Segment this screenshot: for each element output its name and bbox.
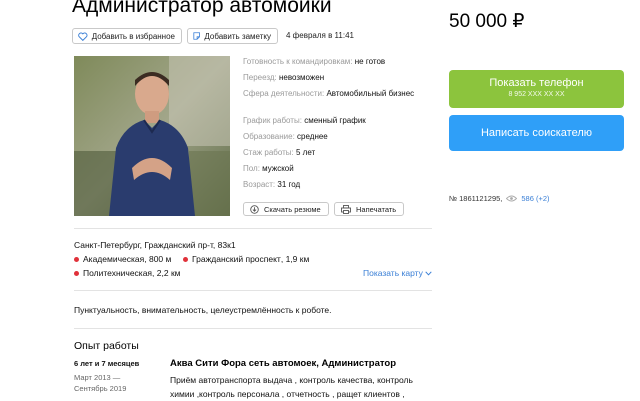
detail-label: Возраст:: [243, 180, 276, 189]
about-text: Пунктуальность, внимательность, целеустр…: [74, 305, 332, 315]
page-title: Администратор автомойки: [72, 0, 332, 17]
salary-price: 50 000 ₽: [449, 11, 525, 32]
divider: [74, 328, 432, 329]
listing-number: № 1861121295,: [449, 194, 503, 203]
detail-business-trips: Готовность к командировкам: не готов: [243, 56, 433, 67]
experience-heading: Опыт работы: [74, 340, 139, 352]
detail-value: 5 лет: [296, 148, 316, 157]
show-phone-label: Показать телефон: [489, 77, 584, 89]
detail-value: мужской: [262, 164, 294, 173]
experience-duration: 6 лет и 7 месяцев: [74, 359, 140, 368]
heart-icon: [78, 32, 88, 41]
detail-label: Образование:: [243, 132, 295, 141]
metro-name: Академическая: [83, 254, 145, 264]
write-candidate-button[interactable]: Написать соискателю: [449, 115, 624, 151]
detail-schedule: График работы: сменный график: [243, 115, 433, 126]
print-label: Напечатать: [356, 204, 397, 214]
metro-station: Политехническая, 2,2 км: [74, 268, 181, 278]
period-end: Сентябрь 2019: [74, 384, 127, 393]
detail-value: среднее: [297, 132, 328, 141]
metro-station: Гражданский проспект, 1,9 км: [183, 254, 309, 264]
detail-experience: Стаж работы: 5 лет: [243, 147, 433, 158]
detail-value: Автомобильный бизнес: [326, 89, 415, 98]
divider: [74, 290, 432, 291]
job-title: Аква Сити Фора сеть автомоек, Администра…: [170, 358, 397, 369]
detail-value: 31 год: [277, 180, 301, 189]
add-note-label: Добавить заметку: [204, 31, 271, 41]
job-desc-line: Приём автотранспорта выдача , контроль к…: [170, 375, 413, 385]
metro-icon: [74, 256, 79, 262]
print-button[interactable]: Напечатать: [334, 202, 404, 216]
metro-station: Академическая, 800 м: [74, 254, 171, 264]
detail-label: Готовность к командировкам:: [243, 57, 353, 66]
phone-masked: 8 952 XXX XX XX: [508, 91, 565, 98]
metro-icon: [74, 270, 79, 276]
download-icon: [250, 204, 259, 214]
detail-label: Переезд:: [243, 73, 277, 82]
detail-field: Сфера деятельности: Автомобильный бизнес: [243, 88, 433, 99]
note-icon: [193, 32, 200, 40]
metro-distance: 800 м: [148, 254, 172, 264]
period-start: Март 2013 —: [74, 373, 121, 382]
detail-value: невозможен: [279, 73, 325, 82]
add-favorite-label: Добавить в избранное: [91, 31, 175, 41]
metro-name: Политехническая: [83, 268, 153, 278]
metro-distance: 2,2 км: [156, 268, 181, 278]
divider: [74, 228, 432, 229]
views-count[interactable]: 586 (+2): [521, 194, 549, 203]
eye-icon: [506, 195, 518, 202]
metro-distance: 1,9 км: [285, 254, 310, 264]
detail-label: Стаж работы:: [243, 148, 294, 157]
listing-meta: № 1861121295, 586 (+2): [449, 194, 550, 203]
detail-age: Возраст: 31 год: [243, 179, 433, 190]
show-map-link[interactable]: Показать карту: [363, 268, 432, 278]
address: Санкт-Петербург, Гражданский пр-т, 83к1: [74, 240, 236, 250]
show-map-label: Показать карту: [363, 268, 423, 278]
detail-relocation: Переезд: невозможен: [243, 72, 433, 83]
job-description: Приём автотранспорта выдача , контроль к…: [170, 373, 440, 401]
experience-period: Март 2013 — Сентябрь 2019: [74, 372, 126, 394]
detail-label: Пол:: [243, 164, 260, 173]
show-phone-button[interactable]: Показать телефон 8 952 XXX XX XX: [449, 70, 624, 108]
add-note-button[interactable]: Добавить заметку: [187, 28, 278, 44]
detail-value: не готов: [354, 57, 386, 66]
print-icon: [341, 204, 351, 214]
download-resume-label: Скачать резюме: [264, 204, 321, 214]
job-desc-line: химии ,контроль персонала , отчетность ,…: [170, 389, 405, 399]
chevron-down-icon: [425, 271, 432, 276]
detail-education: Образование: среднее: [243, 131, 433, 142]
detail-gender: Пол: мужской: [243, 163, 433, 174]
download-resume-button[interactable]: Скачать резюме: [243, 202, 329, 216]
post-date: 4 февраля в 11:41: [286, 31, 354, 40]
detail-label: График работы:: [243, 116, 302, 125]
metro-name: Гражданский проспект: [192, 254, 281, 264]
metro-icon: [183, 256, 188, 262]
detail-value: сменный график: [304, 116, 366, 125]
detail-label: Сфера деятельности:: [243, 89, 325, 98]
candidate-photo: [74, 56, 230, 216]
add-favorite-button[interactable]: Добавить в избранное: [72, 28, 182, 44]
